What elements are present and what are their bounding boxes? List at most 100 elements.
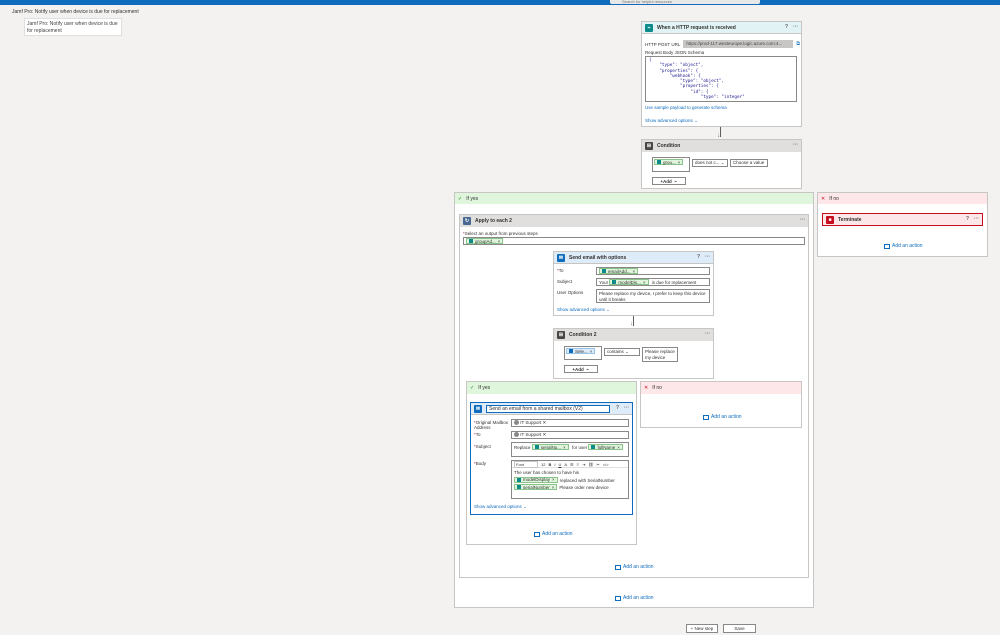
add-action-button[interactable]: Add an action — [615, 595, 654, 601]
condition-icon: ⊞ — [557, 331, 565, 339]
to-field[interactable]: IT Support ✕ — [511, 431, 629, 439]
subject-token[interactable]: fullName × — [588, 444, 623, 450]
inner-if-yes-header[interactable]: ✓ If yes — [467, 382, 636, 394]
to-field[interactable]: emailAdd... × — [596, 267, 710, 275]
subject-field[interactable]: Your modelDis... × is due for replacement — [596, 278, 710, 286]
add-condition-button[interactable]: + Add ⌄ — [652, 177, 686, 185]
code-view-icon[interactable]: </> — [603, 462, 609, 467]
copy-icon[interactable]: ⧉ — [796, 41, 800, 47]
help-icon[interactable]: ? — [785, 24, 788, 30]
add-action-button[interactable]: Add an action — [703, 414, 742, 420]
underline-icon[interactable]: U — [558, 462, 561, 467]
unlink-icon[interactable]: ✂ — [596, 462, 599, 467]
show-advanced-link[interactable]: Show advanced options ⌄ — [474, 504, 527, 510]
trigger-title: When a HTTP request is received — [657, 24, 736, 31]
body-text: replaced with SerialNumber — [559, 477, 615, 483]
condition-2-token[interactable]: Sele... × — [566, 348, 596, 354]
new-step-button[interactable]: + New step — [686, 624, 718, 633]
remove-token-icon[interactable]: × — [563, 445, 566, 450]
more-options-icon[interactable]: ··· — [705, 331, 710, 337]
variable-icon — [657, 160, 661, 164]
help-icon[interactable]: ? — [697, 254, 700, 260]
help-icon[interactable]: ? — [616, 405, 619, 411]
add-action-icon — [615, 564, 621, 570]
indent-icon[interactable]: ⇥ — [582, 462, 585, 467]
http-request-icon: ⌁ — [645, 23, 653, 32]
add-condition-button[interactable]: + Add ⌄ — [564, 365, 598, 373]
subject-token[interactable]: modelDis... × — [609, 279, 649, 285]
add-action-button[interactable]: Add an action — [884, 243, 923, 249]
apply-header[interactable]: ↻ Apply to each 2 ··· — [460, 215, 808, 227]
more-options-icon[interactable]: ··· — [705, 254, 710, 260]
sample-payload-link[interactable]: Use sample payload to generate schema — [645, 105, 727, 110]
subject-token[interactable]: serialNu... × — [531, 444, 569, 450]
more-options-icon[interactable]: ··· — [624, 405, 629, 411]
body-token[interactable]: modelDisplay × — [514, 476, 558, 483]
more-options-icon[interactable]: ··· — [974, 216, 979, 222]
condition-value-input[interactable]: Choose a value — [730, 159, 768, 167]
subject-label: *Subject — [474, 444, 491, 449]
connector-line — [633, 316, 634, 326]
original-mailbox-field[interactable]: IT Support ✕ — [511, 419, 629, 427]
font-size-select[interactable]: 12 — [541, 462, 545, 467]
remove-token-icon[interactable]: × — [617, 445, 620, 450]
remove-token-icon[interactable]: × — [643, 280, 646, 285]
inner-if-no-header[interactable]: ✕ If no — [641, 382, 801, 394]
add-action-button[interactable]: Add an action — [534, 531, 573, 537]
show-advanced-link[interactable]: Show advanced options ⌄ — [557, 307, 610, 313]
condition-2-operator-select[interactable]: contains ⌄ — [604, 348, 640, 356]
condition-operator-select[interactable]: does not c... ⌄ — [692, 159, 728, 167]
remove-token-icon[interactable]: × — [552, 477, 555, 482]
user-options-field[interactable]: Please replace my device, I prefer to ke… — [596, 289, 710, 303]
link-icon[interactable]: ⛓ — [588, 462, 593, 467]
schema-editor[interactable]: { "type": "object", "properties": { "web… — [645, 56, 797, 102]
save-button[interactable]: Save — [723, 624, 756, 633]
rich-text-toolbar: Font 12 B I U A ☰ ≡ ⇥ ⛓ ✂ </> — [512, 460, 628, 468]
help-icon[interactable]: ? — [966, 216, 969, 222]
condition-token[interactable]: grou... × — [654, 159, 684, 165]
condition-2-left-operand[interactable]: Sele... × — [564, 346, 602, 360]
more-options-icon[interactable]: ··· — [800, 217, 805, 223]
more-options-icon[interactable]: ··· — [793, 142, 798, 148]
shared-mailbox-header[interactable]: ✉ Send an email from a shared mailbox (V… — [471, 403, 632, 415]
schema-label: Request Body JSON Schema — [645, 50, 705, 55]
condition-2-header[interactable]: ⊞ Condition 2 ··· — [554, 329, 713, 341]
remove-icon[interactable]: ✕ — [542, 432, 546, 437]
condition-left-operand[interactable]: grou... × — [652, 157, 690, 172]
variable-icon — [534, 445, 539, 449]
remove-token-icon[interactable]: × — [678, 160, 681, 165]
terminate-card[interactable]: ■ Terminate ? ··· — [822, 213, 983, 226]
font-select[interactable]: Font — [514, 460, 538, 468]
remove-icon[interactable]: ✕ — [542, 420, 546, 425]
to-token[interactable]: emailAdd... × — [599, 268, 639, 274]
chevron-down-icon: ⌄ — [694, 118, 698, 123]
more-options-icon[interactable]: ··· — [793, 24, 798, 30]
bold-icon[interactable]: B — [548, 462, 551, 467]
remove-token-icon[interactable]: × — [552, 485, 555, 490]
remove-token-icon[interactable]: × — [498, 239, 501, 244]
font-color-icon[interactable]: A — [564, 462, 567, 467]
select-output-field[interactable]: groupAd... × — [463, 237, 805, 245]
apply-token[interactable]: groupAd... × — [466, 238, 504, 244]
body-token[interactable]: serialNumber × — [514, 484, 558, 490]
shared-mailbox-title-input[interactable]: Send an email from a shared mailbox (V2) — [486, 404, 610, 413]
condition-2-value-input[interactable]: Please replace my device — [642, 347, 678, 362]
subject-field[interactable]: Replace serialNu... × for user fullName × — [511, 442, 629, 457]
flow-title-input[interactable]: Jamf Pro: Notify user when device is due… — [24, 18, 122, 36]
add-action-button[interactable]: Add an action — [615, 564, 654, 570]
remove-token-icon[interactable]: × — [590, 349, 593, 354]
if-no-header[interactable]: ✕ If no — [818, 193, 987, 204]
remove-token-icon[interactable]: × — [633, 269, 636, 274]
body-editor[interactable]: Font 12 B I U A ☰ ≡ ⇥ ⛓ ✂ </> The user h… — [511, 460, 629, 499]
trigger-header[interactable]: ⌁ When a HTTP request is received ? ··· — [642, 22, 801, 34]
show-advanced-link[interactable]: Show advanced options ⌄ — [645, 118, 698, 124]
numbered-list-icon[interactable]: ≡ — [577, 462, 579, 467]
bullet-list-icon[interactable]: ☰ — [570, 462, 574, 467]
to-label: *To — [557, 268, 564, 273]
search-input[interactable]: Search for helpful resources — [610, 0, 760, 4]
italic-icon[interactable]: I — [554, 462, 555, 467]
url-field[interactable]: https://prod-117.westeurope.logic.azure.… — [683, 40, 794, 48]
condition-header[interactable]: ⊞ Condition ··· — [642, 140, 801, 152]
if-yes-header[interactable]: ✓ If yes — [455, 193, 813, 204]
send-email-header[interactable]: ✉ Send email with options ? ··· — [554, 252, 713, 264]
